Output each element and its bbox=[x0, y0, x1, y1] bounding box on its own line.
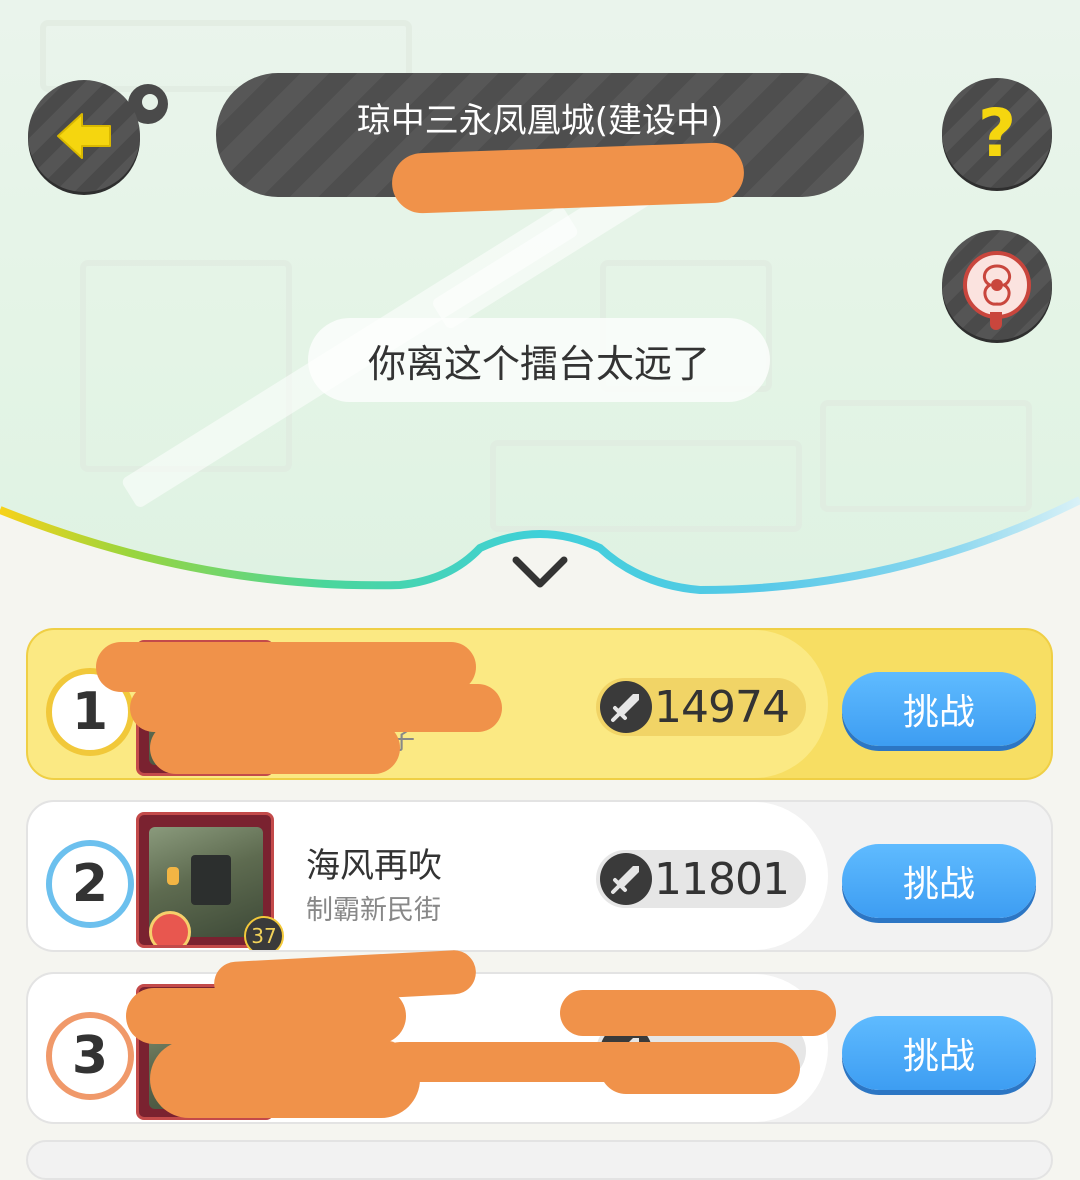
challenge-button[interactable]: 挑战 bbox=[842, 1016, 1036, 1090]
redaction-mark bbox=[126, 988, 406, 1044]
avatar-emblem bbox=[149, 911, 191, 945]
leaderboard-row[interactable]: 2 37 海风再吹 制霸新民街 11801 挑战 bbox=[26, 800, 1053, 952]
score-pill: 11801 bbox=[596, 850, 806, 908]
rank-badge: 2 bbox=[46, 840, 134, 928]
player-name: 海风再吹 bbox=[306, 846, 442, 886]
challenge-button[interactable]: 挑战 bbox=[842, 672, 1036, 746]
score-value: 14974 bbox=[654, 681, 790, 733]
redaction-mark bbox=[600, 1042, 800, 1094]
chevron-down-icon[interactable] bbox=[510, 552, 570, 592]
redaction-mark bbox=[150, 722, 400, 774]
player-group: 制霸新民街 bbox=[306, 895, 441, 926]
avatar-detail bbox=[191, 855, 231, 905]
score-value: 11801 bbox=[654, 853, 790, 905]
score-pill: 14974 bbox=[596, 678, 806, 736]
avatar-detail bbox=[167, 867, 179, 885]
rank-badge: 3 bbox=[46, 1012, 134, 1100]
sword-icon bbox=[600, 853, 652, 905]
sword-icon bbox=[600, 681, 652, 733]
level-badge: 37 bbox=[244, 916, 284, 950]
redaction-mark bbox=[150, 1040, 420, 1118]
leaderboard-row[interactable] bbox=[26, 1140, 1053, 1180]
challenge-button[interactable]: 挑战 bbox=[842, 844, 1036, 918]
redaction-mark bbox=[560, 990, 836, 1036]
